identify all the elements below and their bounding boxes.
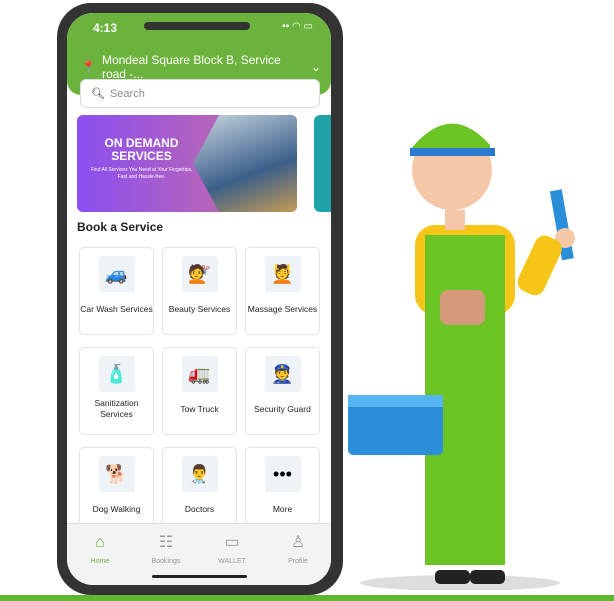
location-selector[interactable]: 📍 Mondeal Square Block B, Service road -… [81,53,321,81]
tow-truck-icon: 🚛 [181,356,218,392]
nav-profile[interactable]: ♙ Profile [265,524,331,585]
next-banner[interactable] [314,115,331,212]
service-label: Massage Services [247,303,318,314]
wallet-icon: ▭ [224,534,240,551]
status-time: 4:13 [93,21,118,35]
location-pin-icon: 📍 [81,60,96,74]
app-screen: 4:13 ▪▪ ◠ ▭ 📍 Mondeal Square Block B, Se… [67,13,331,585]
service-label: More [272,503,293,514]
service-label: Tow Truck [180,403,219,414]
nav-label: Profile [288,558,308,565]
service-sanitization-services[interactable]: 🧴 Sanitization Services [79,347,154,435]
service-doctors[interactable]: 👨‍⚕️ Doctors [162,447,237,535]
sanitization-services-icon: 🧴 [98,356,135,392]
profile-icon: ♙ [290,534,306,551]
service-label: Security Guard [254,403,311,414]
service-tow-truck[interactable]: 🚛 Tow Truck [162,347,237,435]
nav-home[interactable]: ⌂ Home [67,524,133,585]
worker-illustration [348,123,575,590]
location-address: Mondeal Square Block B, Service road -..… [101,53,281,81]
beauty-services-icon: 💇 [181,256,218,292]
banner-title: ON DEMAND SERVICES [104,136,179,163]
nav-label: WALLET [218,558,246,565]
service-massage-services[interactable]: 💆 Massage Services [245,247,320,335]
banner-photo [193,115,297,212]
services-grid: 🚙 Car Wash Services 💇 Beauty Services 💆 Massa… [79,247,320,535]
doctors-icon: 👨‍⚕️ [181,456,218,492]
bookings-icon: ☷ [158,534,174,551]
home-icon: ⌂ [95,534,105,551]
nav-label: Home [90,558,110,565]
service-more[interactable]: ••• More [245,447,320,535]
security-guard-icon: 👮 [264,356,301,392]
search-icon: 🔍︎ [91,88,105,100]
banner-subtitle: Find All Services You Need at Your Finge… [90,167,193,180]
service-car-wash-services[interactable]: 🚙 Car Wash Services [79,247,154,335]
service-beauty-services[interactable]: 💇 Beauty Services [162,247,237,335]
search-input[interactable]: 🔍︎ Search [80,79,320,108]
section-title: Book a Service [77,220,164,234]
service-label: Dog Walking [92,503,141,514]
service-label: Car Wash Services [80,303,153,314]
car-wash-services-icon: 🚙 [98,256,135,292]
service-label: Doctors [184,503,215,514]
more-icon: ••• [264,456,301,492]
service-label: Beauty Services [168,303,231,314]
status-icons: ▪▪ ◠ ▭ [282,21,313,32]
ground-bar [0,595,614,601]
nav-label: Bookings [151,558,181,565]
search-placeholder: Search [109,87,145,100]
promo-banner[interactable]: ON DEMAND SERVICES Find All Services You… [77,115,297,212]
notch [144,22,250,30]
massage-services-icon: 💆 [264,256,301,292]
chevron-down-icon: ⌄ [310,60,321,74]
home-indicator [152,575,247,578]
service-label: Sanitization Services [94,398,139,419]
phone-frame: 4:13 ▪▪ ◠ ▭ 📍 Mondeal Square Block B, Se… [57,3,343,595]
service-security-guard[interactable]: 👮 Security Guard [245,347,320,435]
service-dog-walking[interactable]: 🐕 Dog Walking [79,447,154,535]
dog-walking-icon: 🐕 [98,456,135,492]
